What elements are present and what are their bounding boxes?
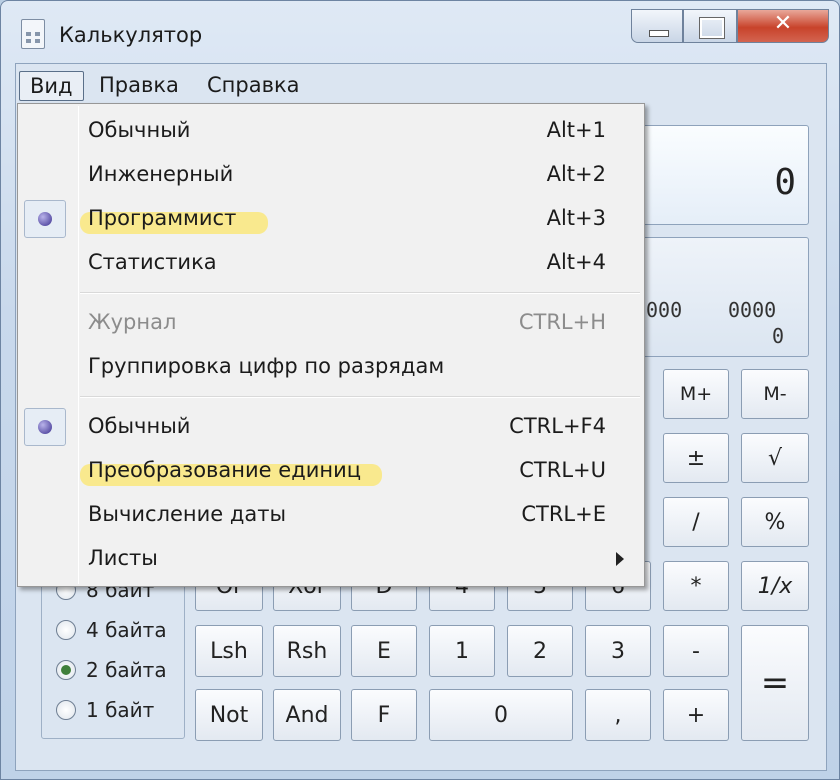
plus-button[interactable]: + (663, 689, 729, 741)
submenu-arrow-icon (616, 552, 624, 566)
menu-item-shortcut: CTRL+H (518, 310, 606, 334)
digit-3-button[interactable]: 3 (585, 625, 651, 677)
radio-button-selected[interactable] (56, 660, 76, 680)
menu-item-label: Листы (88, 546, 158, 570)
digit-2-button[interactable]: 2 (507, 625, 573, 677)
hex-f-button[interactable]: F (351, 689, 417, 741)
menu-item-label: Группировка цифр по разрядам (88, 354, 445, 378)
menu-item-shortcut: Alt+2 (546, 162, 606, 186)
radio-label: 4 байта (86, 618, 167, 642)
menu-item-label: Преобразование единиц (88, 458, 362, 482)
lsh-button[interactable]: Lsh (195, 625, 263, 677)
menu-help[interactable]: Справка (197, 71, 310, 101)
title-bar[interactable]: Калькулятор ✕ (1, 1, 840, 63)
menu-separator (80, 292, 640, 294)
minus-button[interactable]: - (663, 625, 729, 677)
result-display: 0 (621, 125, 809, 225)
display-value: 0 (774, 162, 796, 203)
multiply-button[interactable]: * (663, 561, 729, 611)
and-button[interactable]: And (273, 689, 341, 741)
menu-bar: Вид Правка Справка (15, 67, 827, 103)
menu-item-standard[interactable]: Обычный Alt+1 (18, 110, 644, 152)
minimize-button[interactable] (631, 9, 683, 43)
view-menu-dropdown: Обычный Alt+1 Инженерный Alt+2 Программи… (17, 103, 645, 587)
menu-item-digit-grouping[interactable]: Группировка цифр по разрядам (18, 346, 644, 388)
menu-item-basic[interactable]: Обычный CTRL+F4 (18, 406, 644, 448)
menu-separator (80, 396, 640, 398)
radio-check-icon (24, 200, 66, 238)
equals-button[interactable]: = (741, 625, 809, 741)
menu-item-shortcut: CTRL+E (521, 502, 606, 526)
menu-item-shortcut: Alt+4 (546, 250, 606, 274)
menu-item-label: Журнал (88, 310, 177, 334)
digit-0-button[interactable]: 0 (429, 689, 573, 741)
memory-subtract-button[interactable]: M- (741, 369, 809, 419)
calculator-window: Калькулятор ✕ Вид Правка Справка 0 000 0… (0, 0, 840, 780)
menu-item-shortcut: Alt+1 (546, 118, 606, 142)
menu-item-history: Журнал CTRL+H (18, 302, 644, 344)
percent-button[interactable]: % (741, 497, 809, 547)
bit-position-label: 0 (772, 324, 785, 348)
menu-item-unit-conversion[interactable]: Преобразование единиц CTRL+U (18, 450, 644, 492)
radio-check-icon (24, 408, 66, 446)
menu-item-date-calculation[interactable]: Вычисление даты CTRL+E (18, 494, 644, 536)
menu-item-label: Инженерный (88, 162, 234, 186)
radio-button[interactable] (56, 700, 76, 720)
menu-item-statistics[interactable]: Статистика Alt+4 (18, 242, 644, 284)
menu-item-shortcut: Alt+3 (546, 206, 606, 230)
maximize-button[interactable] (683, 9, 737, 43)
calculator-app-icon (21, 19, 45, 49)
menu-item-programmer[interactable]: Программист Alt+3 (18, 198, 644, 240)
menu-item-worksheets[interactable]: Листы (18, 538, 644, 580)
not-button[interactable]: Not (195, 689, 263, 741)
radio-label: 2 байта (86, 658, 167, 682)
menu-edit[interactable]: Правка (89, 71, 189, 101)
menu-item-label: Обычный (88, 118, 191, 142)
bit-group: 000 (646, 298, 683, 322)
rsh-button[interactable]: Rsh (273, 625, 341, 677)
word-size-group: 8 байт 4 байта 2 байта 1 байт (41, 571, 185, 739)
digit-1-button[interactable]: 1 (429, 625, 495, 677)
menu-item-scientific[interactable]: Инженерный Alt+2 (18, 154, 644, 196)
radio-label: 1 байт (86, 698, 155, 722)
sqrt-button[interactable]: √ (741, 433, 809, 483)
decimal-button[interactable]: , (585, 689, 651, 741)
menu-view[interactable]: Вид (19, 71, 84, 101)
menu-item-label: Статистика (88, 250, 217, 274)
window-title: Калькулятор (59, 23, 203, 47)
bit-display: 000 0000 0 (621, 237, 809, 357)
menu-item-label: Программист (88, 206, 237, 230)
menu-item-shortcut: CTRL+U (519, 458, 606, 482)
menu-item-shortcut: CTRL+F4 (509, 414, 606, 438)
hex-e-button[interactable]: E (351, 625, 417, 677)
sign-button[interactable]: ± (663, 433, 729, 483)
bit-group: 0000 (728, 298, 777, 322)
menu-item-label: Вычисление даты (88, 502, 287, 526)
close-icon: ✕ (773, 11, 793, 36)
close-button[interactable]: ✕ (737, 9, 829, 43)
menu-item-label: Обычный (88, 414, 191, 438)
memory-add-button[interactable]: M+ (663, 369, 729, 419)
divide-button[interactable]: / (663, 497, 729, 547)
radio-button[interactable] (56, 620, 76, 640)
reciprocal-button[interactable]: 1/x (741, 561, 809, 611)
